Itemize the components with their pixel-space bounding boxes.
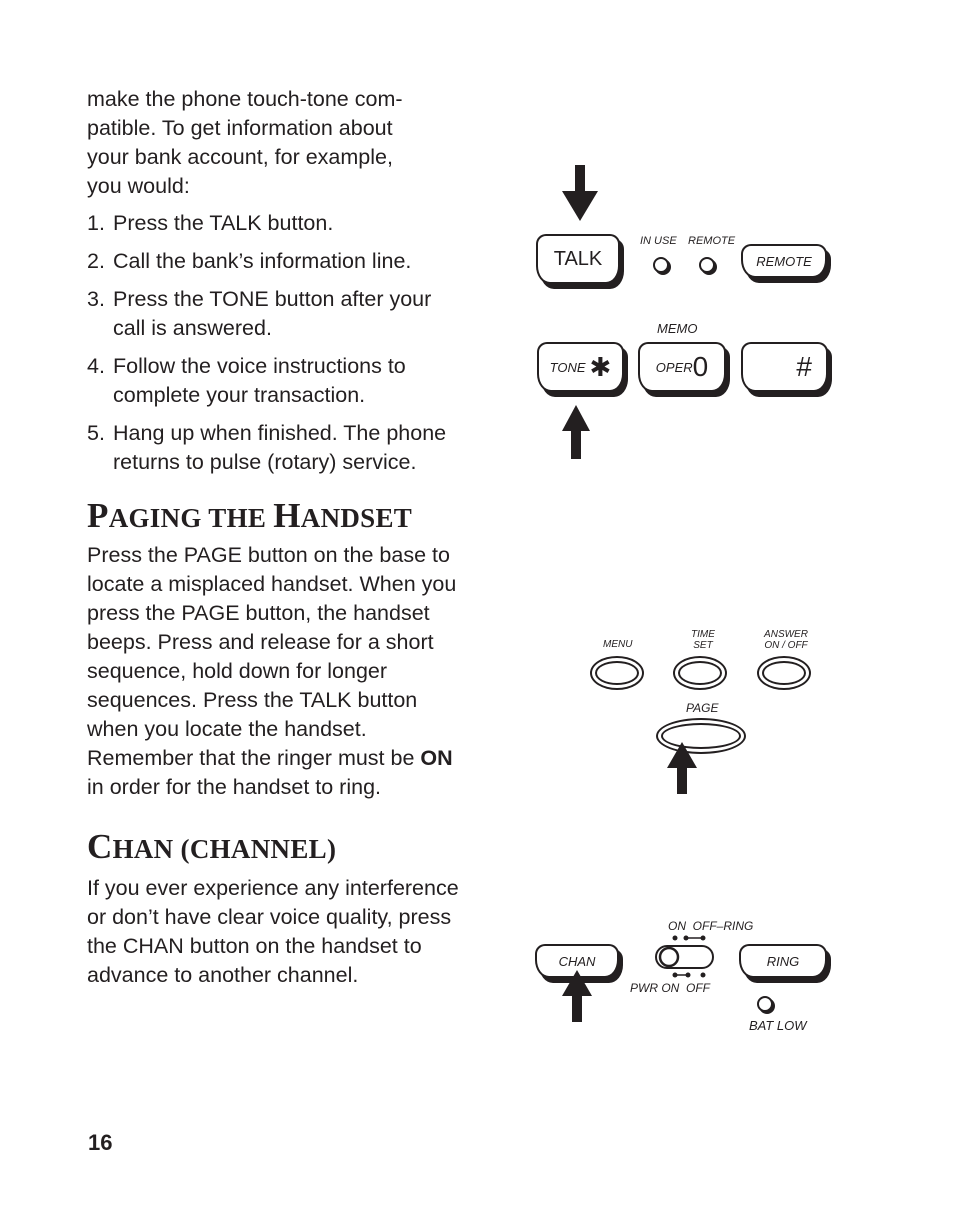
remote-led [699, 257, 715, 273]
step-text: Hang up when finished. The phone returns… [113, 421, 447, 474]
in-use-led [653, 257, 669, 273]
paging-text: in order for the handset to ring. [87, 775, 382, 799]
answer-label: ANSWER ON / OFF [761, 629, 811, 651]
in-use-label: IN USE [640, 235, 677, 247]
step-number: 5. [87, 421, 105, 445]
talk-button[interactable]: TALK [536, 234, 620, 284]
step-number: 1. [87, 211, 105, 235]
switch-top-labels: ON OFF–RING [668, 919, 753, 933]
paging-text: Press the PAGE button on the base to loc… [87, 543, 457, 770]
intro-line: patible. To get information about [87, 116, 393, 140]
step-text: Press the TONE button after your call is… [113, 287, 432, 340]
on-label: ON [668, 919, 686, 933]
heading-text: AGING THE [108, 503, 274, 533]
heading-cap: H [273, 496, 301, 535]
remote-label: REMOTE [756, 253, 812, 269]
menu-button[interactable] [590, 656, 644, 690]
talk-label: TALK [553, 247, 603, 270]
switch-bottom-labels: PWR ON OFF [630, 981, 710, 995]
chan-heading: CHAN (CHANNEL) [87, 829, 467, 864]
menu-label: MENU [603, 639, 633, 650]
heading-text: HAN ( [112, 834, 190, 864]
step-item: 4. Follow the voice instructions to compl… [87, 352, 467, 410]
remote-led-label: REMOTE [688, 235, 736, 247]
answer-text: ANSWER [764, 629, 808, 640]
step-item: 3. Press the TONE button after your call … [87, 285, 467, 343]
step-text: Follow the voice instructions to complet… [113, 354, 406, 407]
tone-star-button[interactable]: TONE ✱ [537, 342, 624, 392]
paging-heading: PAGING THE HANDSET [87, 498, 467, 533]
step-item: 5. Hang up when finished. The phone retur… [87, 419, 467, 477]
intro-line: make the phone touch-tone com- [87, 87, 403, 111]
hash-label: # [796, 351, 812, 382]
answer-on-off-button[interactable] [757, 656, 811, 690]
step-item: 1. Press the TALK button. [87, 209, 467, 238]
heading-cap: P [87, 496, 109, 535]
step-item: 2. Call the bank’s information line. [87, 247, 467, 276]
hash-button[interactable]: # [741, 342, 828, 392]
heading-text: CHANNEL) [189, 834, 337, 864]
set-label: SET [693, 640, 713, 651]
on-off-text: ON / OFF [764, 640, 808, 651]
remote-button[interactable]: REMOTE [741, 244, 827, 278]
power-ringer-switch[interactable] [650, 934, 720, 980]
chan-label: CHAN [558, 953, 596, 969]
time-label: TIME [691, 629, 715, 640]
zero-label: 0 [692, 351, 709, 382]
up-arrow-icon [667, 742, 697, 794]
paging-paragraph: Press the PAGE button on the base to loc… [87, 541, 467, 802]
step-number: 4. [87, 354, 105, 378]
paging-bold-on: ON [420, 746, 453, 770]
steps-list: 1. Press the TALK button. 2. Call the bank… [87, 209, 467, 477]
step-text: Call the bank’s information line. [113, 249, 412, 273]
pwr-on-label: PWR ON [630, 981, 680, 995]
oper-label: OPER [655, 359, 693, 375]
time-set-label: TIME SET [691, 629, 715, 651]
down-arrow-icon [562, 165, 598, 221]
page-label: PAGE [686, 701, 719, 715]
text-column: make the phone touch-tone com- patible. … [87, 85, 467, 990]
up-arrow-icon [562, 970, 592, 1022]
intro-line: you would: [87, 174, 190, 198]
step-number: 2. [87, 249, 105, 273]
bat-low-led [757, 996, 773, 1012]
ring-label: RING [766, 953, 800, 969]
chan-paragraph: If you ever experience any interference … [87, 876, 459, 987]
up-arrow-icon [562, 405, 590, 459]
bat-low-label: BAT LOW [749, 1018, 807, 1033]
step-text: Press the TALK button. [113, 211, 334, 235]
intro-line: your bank account, for example, [87, 145, 393, 169]
ring-button[interactable]: RING [739, 944, 827, 978]
off-ring-label: OFF–RING [692, 919, 754, 933]
tone-label: TONE [549, 359, 586, 375]
off-label: OFF [686, 981, 711, 995]
oper-zero-button[interactable]: OPER 0 [638, 342, 726, 392]
memo-label: MEMO [657, 321, 698, 336]
star-icon: ✱ [589, 351, 612, 382]
heading-cap: C [87, 827, 113, 866]
step-number: 3. [87, 287, 105, 311]
page-number: 16 [88, 1130, 113, 1155]
time-set-button[interactable] [673, 656, 727, 690]
intro-paragraph: make the phone touch-tone com- patible. … [87, 85, 467, 201]
heading-text: ANDSET [300, 503, 413, 533]
